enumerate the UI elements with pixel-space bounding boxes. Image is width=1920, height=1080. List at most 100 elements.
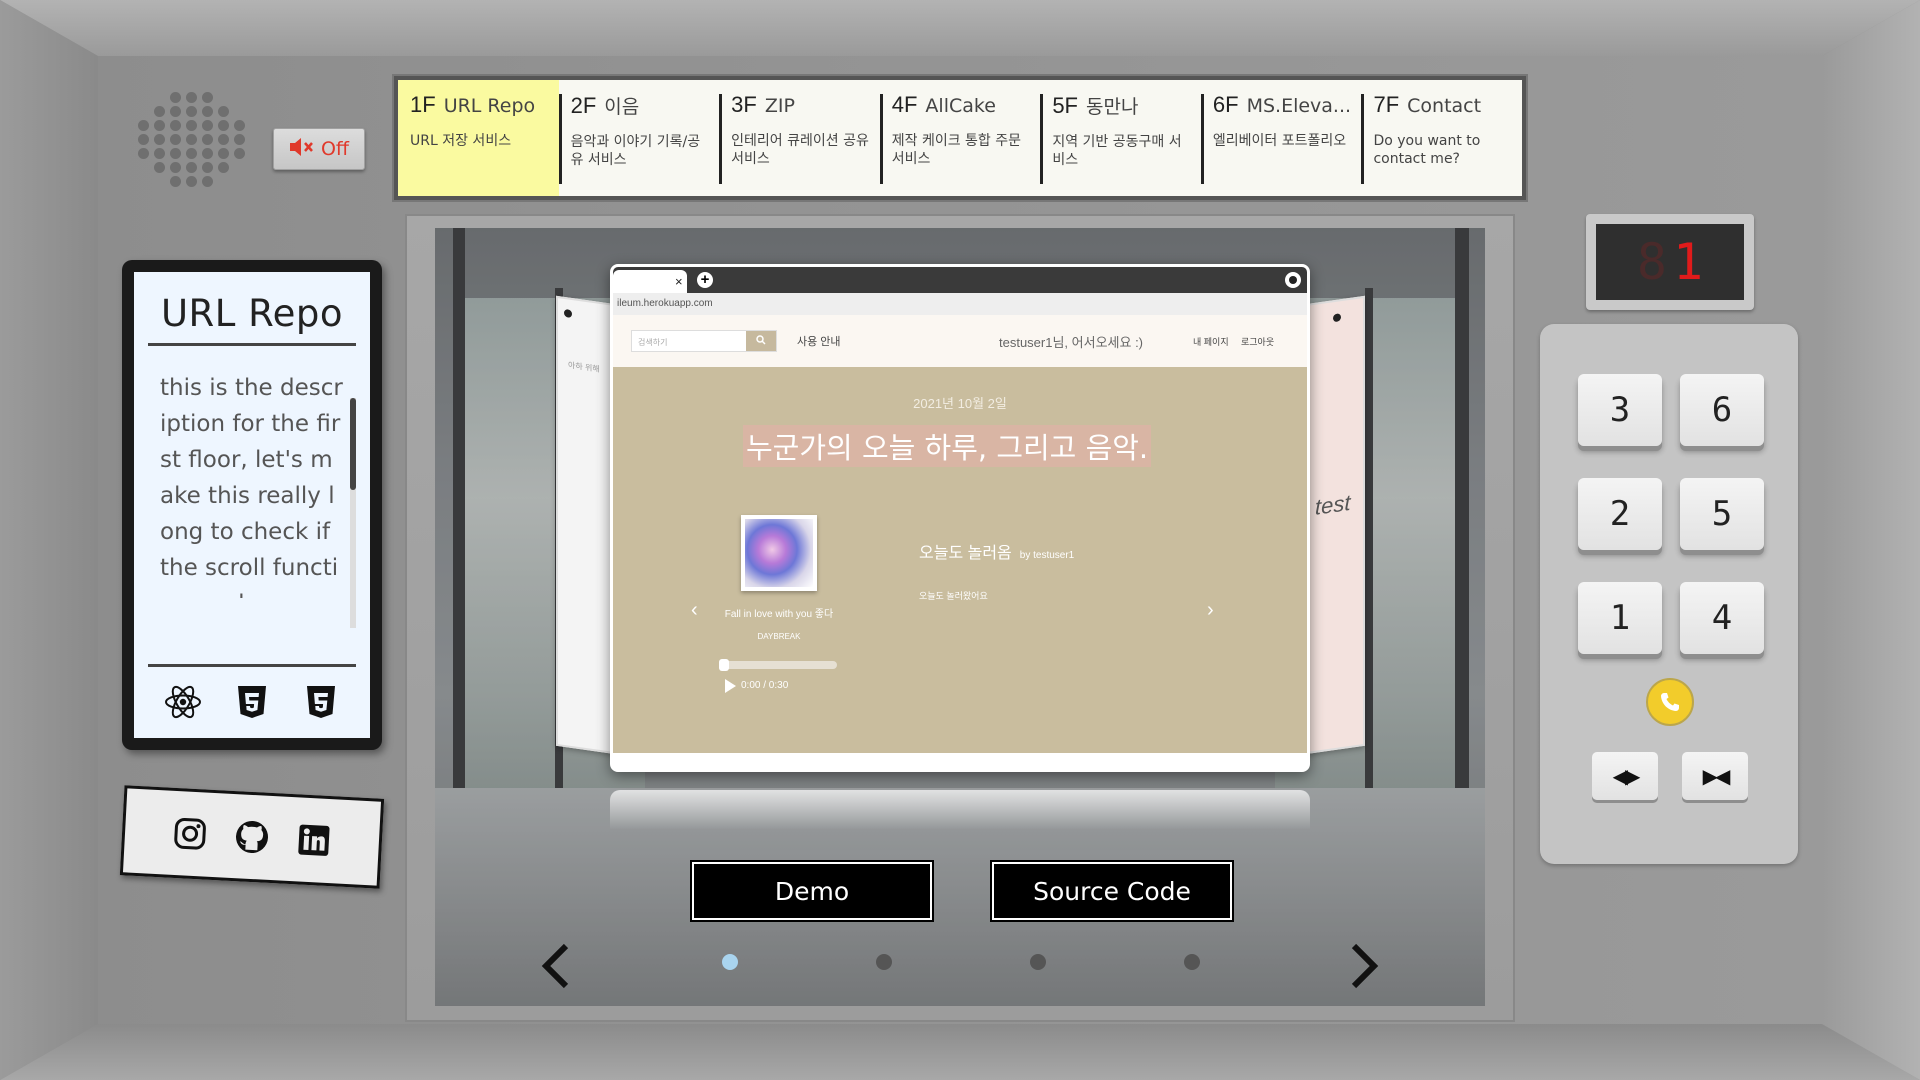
floor-description: 지역 기반 공동구매 서비스 xyxy=(1052,134,1182,168)
floor-item-5[interactable]: 5F 동만나 지역 기반 공동구매 서비스 xyxy=(1040,80,1201,196)
speaker-hole xyxy=(154,133,165,145)
floor-item-7[interactable]: 7F Contact Do you want to contact me? xyxy=(1361,80,1522,196)
browser-menu-icon xyxy=(1285,272,1301,288)
song-artist: DAYBREAK xyxy=(757,632,801,641)
speaker-hole xyxy=(234,106,246,117)
project-preview-browser: × + ileum.herokuapp.com 검색하기 사용 안내 testu… xyxy=(610,264,1310,772)
speaker-hole xyxy=(170,133,181,145)
speaker-hole xyxy=(170,175,181,187)
sound-toggle-button[interactable]: Off xyxy=(273,128,365,170)
search-icon xyxy=(746,331,776,351)
speaker-hole xyxy=(218,161,229,173)
floor-button-5[interactable]: 5 xyxy=(1680,478,1764,550)
speaker-hole xyxy=(138,147,149,159)
song-title: Fall in love with you 좋다 xyxy=(724,609,834,620)
floor-button-3[interactable]: 3 xyxy=(1578,374,1662,446)
speaker-hole xyxy=(154,119,165,131)
speaker-grill-icon xyxy=(132,86,252,192)
floor-button-2[interactable]: 2 xyxy=(1578,478,1662,550)
floor-button-6[interactable]: 6 xyxy=(1680,374,1764,446)
floor-number: 2F xyxy=(570,93,597,118)
pagination-dot[interactable] xyxy=(876,954,892,970)
speaker-hole xyxy=(186,105,197,117)
instagram-icon[interactable] xyxy=(169,813,211,855)
floor-number: 6F xyxy=(1212,92,1239,117)
door-open-button[interactable]: ◀▶ xyxy=(1592,752,1658,800)
previous-slide-card[interactable]: 아하 위해 xyxy=(556,295,616,755)
next-slide-card[interactable]: test xyxy=(1305,295,1365,755)
github-icon[interactable] xyxy=(231,816,273,858)
prev-slide-arrow-icon[interactable] xyxy=(536,942,576,990)
speaker-hole xyxy=(170,147,181,159)
speaker-hole xyxy=(154,92,166,103)
player-progress xyxy=(721,661,837,669)
speaker-hole xyxy=(154,161,165,173)
speaker-hole xyxy=(186,91,197,103)
site-my-page: 내 페이지 xyxy=(1193,336,1229,347)
left-wall xyxy=(0,0,98,1080)
tab-close-icon: × xyxy=(675,274,683,289)
speaker-hole xyxy=(186,175,197,187)
speaker-hole xyxy=(202,147,213,159)
speaker-hole xyxy=(234,162,246,173)
site-hero-title: 누군가의 오늘 하루, 그리고 음악. xyxy=(743,425,1152,467)
display-current-floor: 1 xyxy=(1673,233,1704,291)
next-slide-arrow-icon[interactable] xyxy=(1344,942,1384,990)
pagination-dot[interactable] xyxy=(1030,954,1046,970)
display-ghost-digit: 8 xyxy=(1636,233,1667,291)
floor-button-1[interactable]: 1 xyxy=(1578,582,1662,654)
floor-item-6[interactable]: 6F MS.Eleva... 엘리베이터 포트폴리오 xyxy=(1200,80,1362,196)
pagination-dot[interactable] xyxy=(722,954,738,970)
site-hero: 2021년 10월 2일 누군가의 오늘 하루, 그리고 음악. ‹ › Fal… xyxy=(613,367,1307,753)
speaker-hole xyxy=(218,92,230,103)
speaker-hole xyxy=(234,133,245,145)
floor-button-4[interactable]: 4 xyxy=(1680,582,1764,654)
speaker-hole xyxy=(234,147,245,159)
floor-item-1[interactable]: 1F URL Repo URL 저장 서비스 xyxy=(398,80,559,196)
floor-number: 3F xyxy=(731,92,757,117)
post-title: 오늘도 놀러옴 xyxy=(919,545,1012,562)
album-cover xyxy=(741,515,817,591)
card-dot xyxy=(1333,313,1341,323)
chevron-left-icon: ‹ xyxy=(691,599,698,621)
floor-item-2[interactable]: 2F 이음 음악과 이야기 기록/공유 서비스 xyxy=(558,80,720,196)
post-title-row: 오늘도 놀러옴 by testuser1 xyxy=(919,539,1074,563)
site-search-placeholder: 검색하기 xyxy=(638,338,668,347)
pagination-dot[interactable] xyxy=(1184,954,1200,970)
floor-name: 이음 xyxy=(604,96,640,118)
source-code-button[interactable]: Source Code xyxy=(990,860,1234,922)
project-info-card: URL Repo this is the description for the… xyxy=(122,260,382,750)
player-time: 0:00 / 0:30 xyxy=(741,680,789,691)
floor-heading: 3F ZIP xyxy=(731,92,872,118)
speaker-hole xyxy=(138,133,149,145)
demo-button[interactable]: Demo xyxy=(690,860,934,922)
browser-tab: × xyxy=(613,270,687,293)
speaker-hole xyxy=(138,92,150,103)
floor-item-3[interactable]: 3F ZIP 인테리어 큐레이션 공유 서비스 xyxy=(719,80,880,196)
speaker-hole xyxy=(202,119,213,131)
speaker-hole xyxy=(138,162,150,173)
new-tab-icon: + xyxy=(697,272,713,288)
speaker-hole xyxy=(202,133,213,145)
floor-list: 1F URL Repo URL 저장 서비스 2F 이음 음악과 이야기 기록/공유 서비… xyxy=(398,80,1522,196)
phone-icon[interactable] xyxy=(1646,678,1694,726)
linkedin-icon[interactable] xyxy=(293,819,335,861)
speaker-hole xyxy=(186,119,197,131)
react-icon xyxy=(162,681,204,723)
player-knob xyxy=(719,659,729,671)
post-author: by testuser1 xyxy=(1019,550,1075,561)
floor-name: 동만나 xyxy=(1086,96,1139,118)
card-dot xyxy=(564,308,572,319)
speaker-hole xyxy=(186,147,197,159)
description-scrollbar[interactable] xyxy=(350,398,356,490)
site-logout: 로그아웃 xyxy=(1241,336,1275,347)
floor-item-4[interactable]: 4F AllCake 제작 케이크 통합 주문 서비스 xyxy=(879,80,1041,196)
door-close-button[interactable]: ▶◀ xyxy=(1682,752,1748,800)
right-wall xyxy=(1822,0,1920,1080)
ceiling xyxy=(0,0,1920,56)
speaker-hole xyxy=(154,176,166,187)
speaker-hole xyxy=(202,161,213,173)
floor-heading: 1F URL Repo xyxy=(410,92,551,118)
speaker-hole xyxy=(234,119,245,131)
previous-slide-text: 아하 위해 xyxy=(568,360,600,374)
